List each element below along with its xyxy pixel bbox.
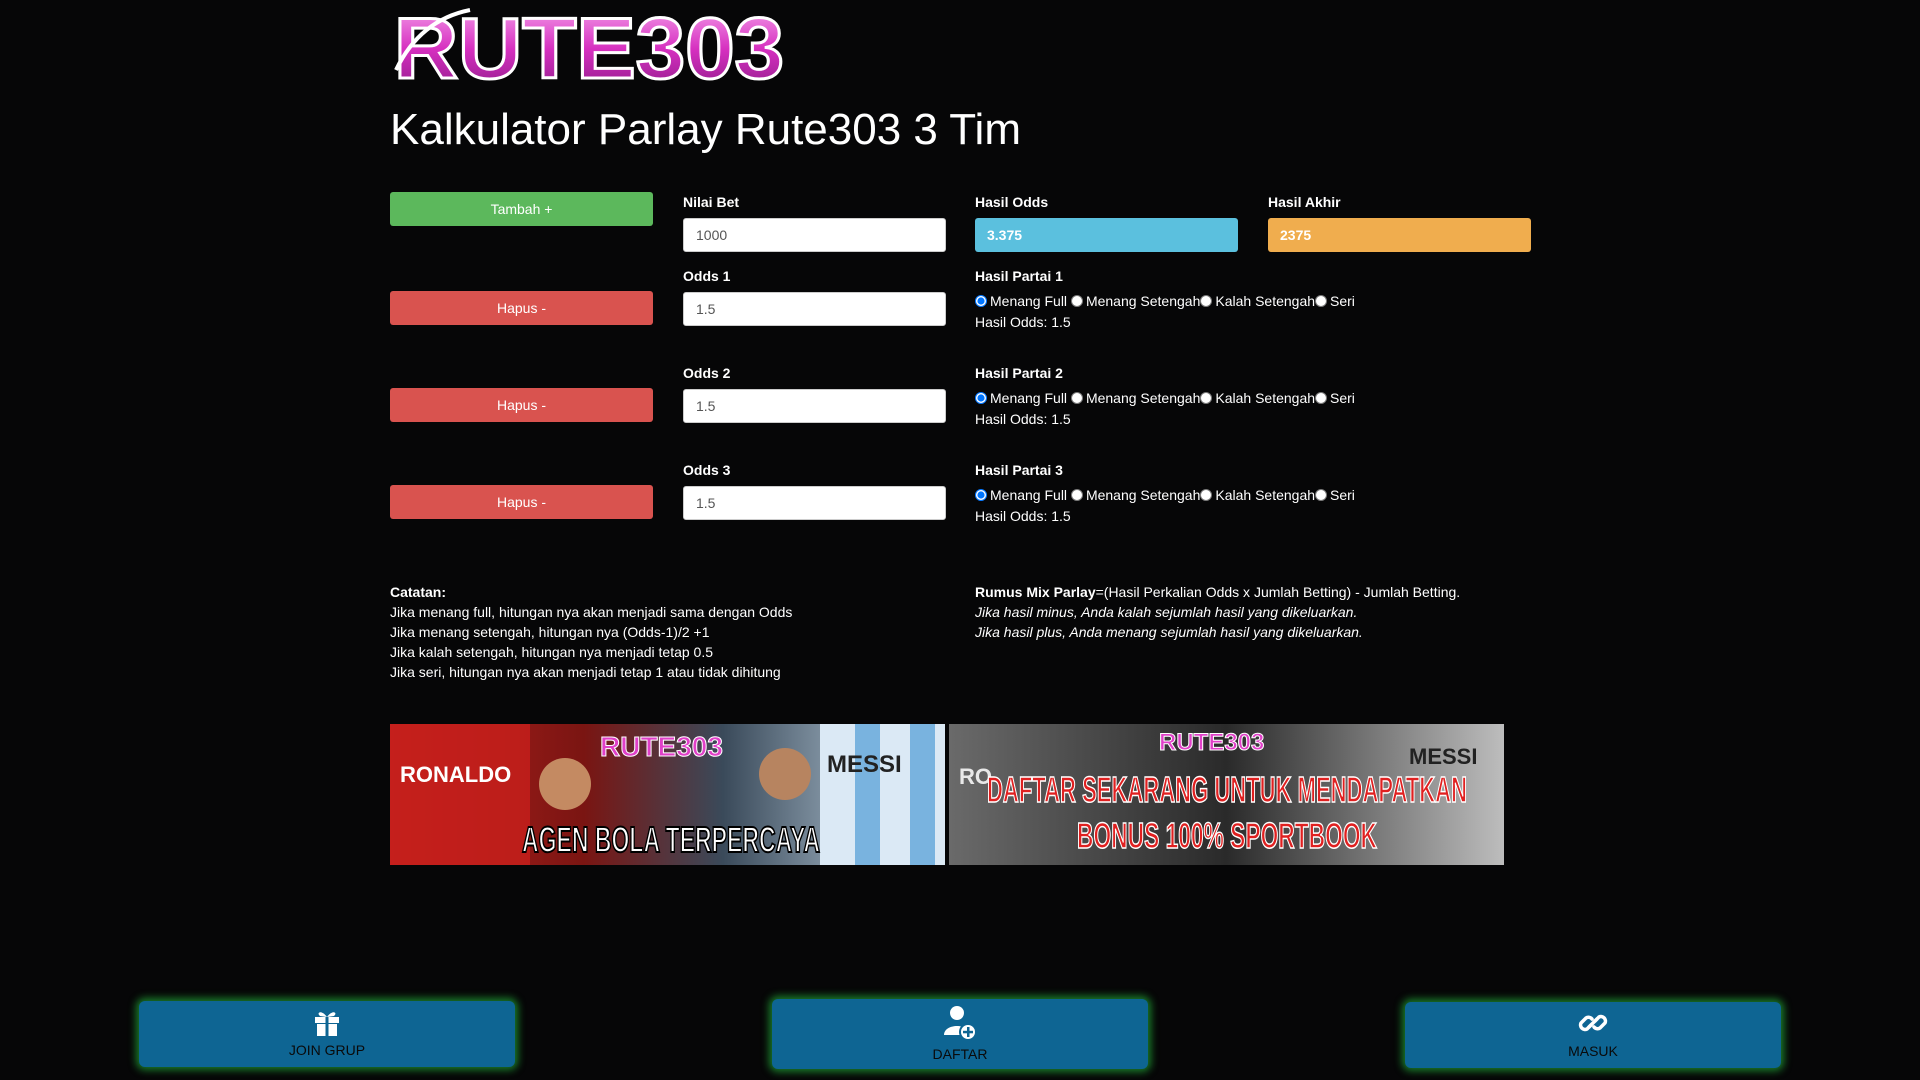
- option-seri[interactable]: Seri: [1315, 486, 1355, 504]
- hasil-partai-3-group: Hasil Partai 3 Menang Full Menang Seteng…: [975, 462, 1425, 525]
- note-line: Jika kalah setengah, hitungan nya menjad…: [390, 644, 714, 660]
- odds-3-label: Odds 3: [683, 462, 731, 478]
- banner-1-jersey-right: MESSI: [827, 751, 902, 778]
- hasil-akhir-value: 2375: [1268, 218, 1531, 252]
- hasil-odds-label: Hasil Odds: [975, 194, 1049, 210]
- option-kalah-setengah[interactable]: Kalah Setengah: [1200, 292, 1315, 310]
- radio-menang-setengah[interactable]: [1070, 295, 1083, 307]
- odds-1-group: Odds 1: [683, 268, 946, 326]
- formula-block: Rumus Mix Parlay=(Hasil Perkalian Odds x…: [975, 582, 1525, 642]
- hasil-partai-2-result: Hasil Odds: 1.5: [975, 411, 1071, 427]
- note-line: Jika menang full, hitungan nya akan menj…: [390, 604, 793, 620]
- odds-3-group: Odds 3: [683, 462, 946, 520]
- delete-row-2-button[interactable]: Hapus -: [390, 388, 653, 422]
- radio-menang-setengah[interactable]: [1070, 392, 1083, 404]
- radio-kalah-setengah[interactable]: [1200, 392, 1213, 404]
- radio-menang-full[interactable]: [975, 392, 987, 404]
- hasil-odds-group: Hasil Odds 3.375: [975, 194, 1238, 252]
- hasil-odds-value: 3.375: [975, 218, 1238, 252]
- banner-2-caption-line2: BONUS 100% SPORTBOOK: [1077, 815, 1377, 856]
- option-menang-full[interactable]: Menang Full: [975, 389, 1067, 407]
- hasil-partai-3-options: Menang Full Menang Setengah Kalah Seteng…: [975, 486, 1425, 504]
- formula-text: =(Hasil Perkalian Odds x Jumlah Betting)…: [1095, 584, 1461, 600]
- masuk-label: MASUK: [1568, 1043, 1618, 1059]
- banner-1-brand: RUTE303: [600, 731, 723, 762]
- option-menang-setengah[interactable]: Menang Setengah: [1070, 292, 1200, 310]
- user-add-icon: [772, 1005, 1148, 1044]
- odds-1-label: Odds 1: [683, 268, 731, 284]
- hasil-partai-2-label: Hasil Partai 2: [975, 365, 1063, 381]
- odds-1-input[interactable]: [683, 292, 946, 326]
- option-kalah-setengah[interactable]: Kalah Setengah: [1200, 486, 1315, 504]
- hasil-akhir-group: Hasil Akhir 2375: [1268, 194, 1531, 252]
- join-grup-button[interactable]: JOIN GRUP: [139, 1001, 515, 1067]
- bet-label: Nilai Bet: [683, 194, 740, 210]
- rute303-logo[interactable]: RUTE303: [390, 0, 790, 92]
- hasil-partai-1-result: Hasil Odds: 1.5: [975, 314, 1071, 330]
- hasil-partai-3-label: Hasil Partai 3: [975, 462, 1063, 478]
- banner-2-caption-line1: DAFTAR SEKARANG UNTUK MENDAPATKAN: [987, 769, 1467, 810]
- gift-icon: [139, 1007, 515, 1040]
- hasil-partai-1-label: Hasil Partai 1: [975, 268, 1063, 284]
- option-kalah-setengah[interactable]: Kalah Setengah: [1200, 389, 1315, 407]
- delete-row-1-button[interactable]: Hapus -: [390, 291, 653, 325]
- banner-2-jersey-right: MESSI: [1409, 744, 1477, 769]
- formula-plus: Jika hasil plus, Anda menang sejumlah ha…: [975, 624, 1363, 640]
- radio-menang-full[interactable]: [975, 295, 987, 307]
- formula-heading: Rumus Mix Parlay: [975, 584, 1096, 600]
- notes-block: Catatan: Jika menang full, hitungan nya …: [390, 582, 950, 682]
- delete-row-3-button[interactable]: Hapus -: [390, 485, 653, 519]
- note-line: Jika menang setengah, hitungan nya (Odds…: [390, 624, 710, 640]
- banner-1-caption: AGEN BOLA TERPERCAYA: [522, 819, 820, 860]
- odds-2-input[interactable]: [683, 389, 946, 423]
- banner-2-brand: RUTE303: [1159, 729, 1264, 756]
- notes-heading: Catatan:: [390, 584, 447, 600]
- formula-minus: Jika hasil minus, Anda kalah sejumlah ha…: [975, 604, 1358, 620]
- bet-group: Nilai Bet: [683, 194, 946, 252]
- radio-kalah-setengah[interactable]: [1200, 489, 1213, 501]
- radio-menang-full[interactable]: [975, 489, 987, 501]
- bet-input[interactable]: [683, 218, 946, 252]
- masuk-button[interactable]: MASUK: [1405, 1002, 1781, 1068]
- option-menang-full[interactable]: Menang Full: [975, 486, 1067, 504]
- hasil-partai-2-group: Hasil Partai 2 Menang Full Menang Seteng…: [975, 365, 1425, 428]
- option-seri[interactable]: Seri: [1315, 389, 1355, 407]
- hasil-partai-2-options: Menang Full Menang Setengah Kalah Seteng…: [975, 389, 1425, 407]
- hasil-partai-1-options: Menang Full Menang Setengah Kalah Seteng…: [975, 292, 1425, 310]
- hasil-partai-1-group: Hasil Partai 1 Menang Full Menang Seteng…: [975, 268, 1425, 331]
- daftar-label: DAFTAR: [932, 1046, 988, 1062]
- banner-bonus-sportbook[interactable]: RO MESSI RUTE303 DAFTAR SEKARANG UNTUK M…: [949, 724, 1504, 865]
- option-menang-setengah[interactable]: Menang Setengah: [1070, 389, 1200, 407]
- option-seri[interactable]: Seri: [1315, 292, 1355, 310]
- join-grup-label: JOIN GRUP: [288, 1042, 366, 1058]
- option-menang-setengah[interactable]: Menang Setengah: [1070, 486, 1200, 504]
- radio-menang-setengah[interactable]: [1070, 489, 1083, 501]
- link-icon: [1405, 1008, 1781, 1041]
- radio-seri[interactable]: [1315, 489, 1328, 501]
- daftar-button[interactable]: DAFTAR: [772, 999, 1148, 1069]
- note-line: Jika seri, hitungan nya akan menjadi tet…: [390, 664, 781, 680]
- banner-agen-bola[interactable]: RONALDO MESSI RUTE303 AGEN BOLA TERPERCA…: [390, 724, 945, 865]
- hasil-akhir-label: Hasil Akhir: [1268, 194, 1341, 210]
- odds-3-input[interactable]: [683, 486, 946, 520]
- radio-seri[interactable]: [1315, 392, 1328, 404]
- odds-2-label: Odds 2: [683, 365, 731, 381]
- odds-2-group: Odds 2: [683, 365, 946, 423]
- add-row-button[interactable]: Tambah +: [390, 192, 653, 226]
- page-title: Kalkulator Parlay Rute303 3 Tim: [390, 105, 1021, 154]
- option-menang-full[interactable]: Menang Full: [975, 292, 1067, 310]
- radio-kalah-setengah[interactable]: [1200, 295, 1213, 307]
- banner-1-jersey-left: RONALDO: [400, 762, 511, 787]
- radio-seri[interactable]: [1315, 295, 1328, 307]
- hasil-partai-3-result: Hasil Odds: 1.5: [975, 508, 1071, 524]
